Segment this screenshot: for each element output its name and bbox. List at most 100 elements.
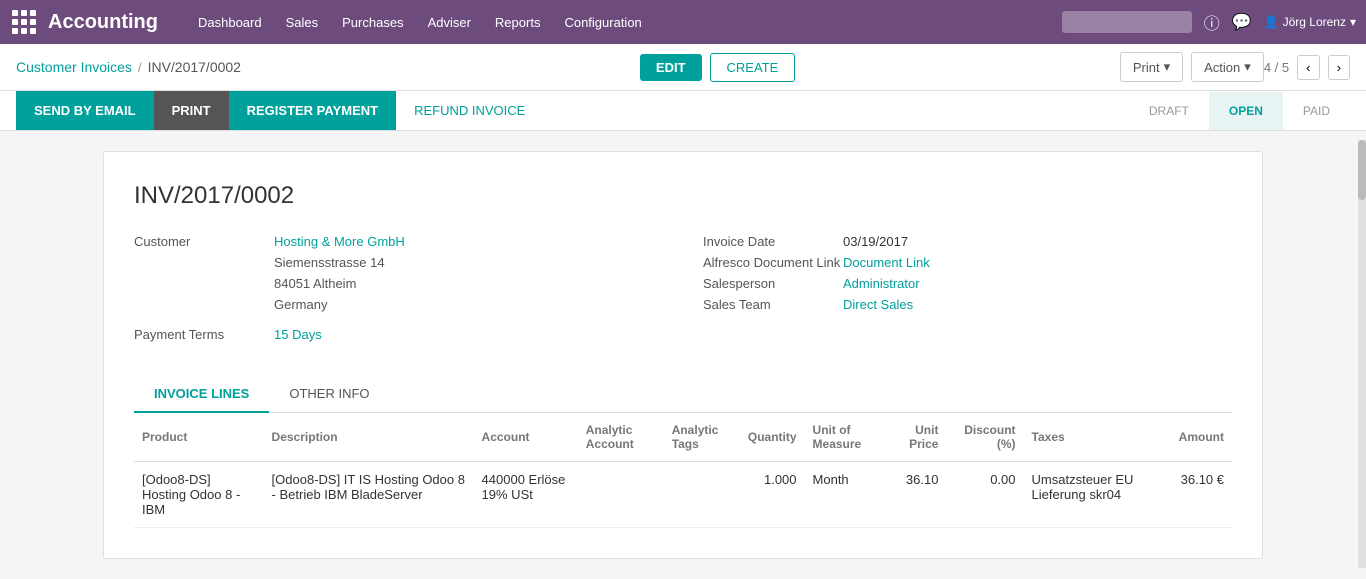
col-analytic-account: Analytic Account <box>578 413 664 462</box>
breadcrumb-parent[interactable]: Customer Invoices <box>16 59 132 75</box>
scrollbar[interactable] <box>1358 140 1366 568</box>
pagination-area: 4 / 5 ‹ › <box>1264 55 1350 80</box>
col-product: Product <box>134 413 264 462</box>
invoice-left-fields: Customer Hosting & More GmbH Siemensstra… <box>134 234 663 346</box>
grid-menu-icon[interactable] <box>10 8 38 36</box>
invoice-number: INV/2017/0002 <box>134 182 1232 210</box>
col-taxes: Taxes <box>1024 413 1171 462</box>
tabs: INVOICE LINES OTHER INFO <box>134 376 1232 413</box>
alfresco-row: Alfresco Document Link Document Link <box>703 255 1232 270</box>
col-unit-price: Unit Price <box>888 413 947 462</box>
cell-product: [Odoo8-DS] Hosting Odoo 8 - IBM <box>134 462 264 528</box>
sales-team-value[interactable]: Direct Sales <box>843 297 913 312</box>
col-uom: Unit of Measure <box>805 413 888 462</box>
print-wf-button[interactable]: PRINT <box>154 91 229 130</box>
user-menu[interactable]: 👤 Jörg Lorenz ▾ <box>1264 15 1356 29</box>
print-button[interactable]: Print ▾ <box>1120 52 1183 82</box>
scrollbar-thumb[interactable] <box>1358 140 1366 200</box>
cell-quantity: 1.000 <box>740 462 805 528</box>
customer-field-row: Customer Hosting & More GmbH <box>134 234 663 249</box>
invoice-lines-table: Product Description Account Analytic Acc… <box>134 413 1232 528</box>
breadcrumb-current: INV/2017/0002 <box>148 59 241 75</box>
cell-unit-price: 36.10 <box>888 462 947 528</box>
nav-reports[interactable]: Reports <box>485 11 551 34</box>
salesperson-label: Salesperson <box>703 276 843 291</box>
customer-name[interactable]: Hosting & More GmbH <box>274 234 405 249</box>
invoice-card: INV/2017/0002 Customer Hosting & More Gm… <box>103 151 1263 559</box>
action-bar: Customer Invoices / INV/2017/0002 EDIT C… <box>0 44 1366 91</box>
address-line1: Siemensstrasse 14 <box>274 253 663 274</box>
customer-label: Customer <box>134 234 274 249</box>
send-by-email-button[interactable]: SEND BY EMAIL <box>16 91 154 130</box>
step-paid[interactable]: PAID <box>1283 92 1350 130</box>
edit-button[interactable]: EDIT <box>640 54 702 81</box>
tab-other-info[interactable]: OTHER INFO <box>269 376 389 413</box>
nav-dashboard[interactable]: Dashboard <box>188 11 272 34</box>
address-line3: Germany <box>274 295 663 316</box>
salesperson-value[interactable]: Administrator <box>843 276 920 291</box>
col-quantity: Quantity <box>740 413 805 462</box>
nav-adviser[interactable]: Adviser <box>418 11 481 34</box>
nav-sales[interactable]: Sales <box>276 11 329 34</box>
alfresco-label: Alfresco Document Link <box>703 255 843 270</box>
cell-analytic-tags <box>664 462 740 528</box>
cell-discount: 0.00 <box>946 462 1023 528</box>
payment-terms-field-row: Payment Terms 15 Days <box>134 327 663 342</box>
chat-icon[interactable]: 💬 <box>1232 12 1252 32</box>
col-discount: Discount (%) <box>946 413 1023 462</box>
sales-team-row: Sales Team Direct Sales <box>703 297 1232 312</box>
address-line2: 84051 Altheim <box>274 274 663 295</box>
step-draft[interactable]: DRAFT <box>1129 92 1209 130</box>
brand-name[interactable]: Accounting <box>48 11 158 34</box>
status-steps: DRAFT OPEN PAID <box>1129 92 1350 130</box>
step-open[interactable]: OPEN <box>1209 92 1283 130</box>
payment-terms-label: Payment Terms <box>134 327 274 342</box>
refund-invoice-button[interactable]: REFUND INVOICE <box>396 91 543 130</box>
user-dropdown-icon: ▾ <box>1350 15 1356 29</box>
action-buttons: EDIT CREATE Print ▾ Action ▾ <box>640 52 1264 82</box>
cell-account: 440000 Erlöse 19% USt <box>474 462 578 528</box>
col-amount: Amount <box>1171 413 1232 462</box>
invoice-date-label: Invoice Date <box>703 234 843 249</box>
workflow-bar: SEND BY EMAIL PRINT REGISTER PAYMENT REF… <box>0 91 1366 131</box>
invoice-date-value: 03/19/2017 <box>843 234 908 249</box>
cell-description: [Odoo8-DS] IT IS Hosting Odoo 8 - Betrie… <box>264 462 474 528</box>
alfresco-value[interactable]: Document Link <box>843 255 930 270</box>
nav-right-area: ⓘ 💬 👤 Jörg Lorenz ▾ <box>1062 10 1356 34</box>
action-button[interactable]: Action ▾ <box>1191 52 1264 82</box>
col-analytic-tags: Analytic Tags <box>664 413 740 462</box>
payment-terms-value[interactable]: 15 Days <box>274 327 322 342</box>
print-dropdown-icon: ▾ <box>1164 59 1171 75</box>
invoice-right-fields: Invoice Date 03/19/2017 Alfresco Documen… <box>703 234 1232 346</box>
invoice-date-row: Invoice Date 03/19/2017 <box>703 234 1232 249</box>
nav-menu: Dashboard Sales Purchases Adviser Report… <box>188 11 1062 34</box>
pagination-text: 4 / 5 <box>1264 60 1289 75</box>
breadcrumb: Customer Invoices / INV/2017/0002 <box>16 59 640 75</box>
cell-uom: Month <box>805 462 888 528</box>
print-label: Print <box>1133 60 1160 75</box>
cell-analytic-account <box>578 462 664 528</box>
global-search-input[interactable] <box>1062 11 1192 33</box>
help-icon[interactable]: ⓘ <box>1204 10 1220 34</box>
top-navigation: Accounting Dashboard Sales Purchases Adv… <box>0 0 1366 44</box>
table-row: [Odoo8-DS] Hosting Odoo 8 - IBM [Odoo8-D… <box>134 462 1232 528</box>
cell-taxes: Umsatzsteuer EU Lieferung skr04 <box>1024 462 1171 528</box>
create-button[interactable]: CREATE <box>710 53 796 82</box>
register-payment-button[interactable]: REGISTER PAYMENT <box>229 91 396 130</box>
main-content: INV/2017/0002 Customer Hosting & More Gm… <box>83 131 1283 579</box>
nav-purchases[interactable]: Purchases <box>332 11 413 34</box>
salesperson-row: Salesperson Administrator <box>703 276 1232 291</box>
customer-address: Siemensstrasse 14 84051 Altheim Germany <box>274 253 663 315</box>
col-description: Description <box>264 413 474 462</box>
action-label: Action <box>1204 60 1240 75</box>
sales-team-label: Sales Team <box>703 297 843 312</box>
cell-amount: 36.10 € <box>1171 462 1232 528</box>
col-account: Account <box>474 413 578 462</box>
user-avatar-icon: 👤 <box>1264 15 1279 29</box>
invoice-header: Customer Hosting & More GmbH Siemensstra… <box>134 234 1232 346</box>
tab-invoice-lines[interactable]: INVOICE LINES <box>134 376 269 413</box>
breadcrumb-separator: / <box>138 60 142 75</box>
next-page-button[interactable]: › <box>1328 55 1350 80</box>
prev-page-button[interactable]: ‹ <box>1297 55 1319 80</box>
nav-configuration[interactable]: Configuration <box>554 11 651 34</box>
